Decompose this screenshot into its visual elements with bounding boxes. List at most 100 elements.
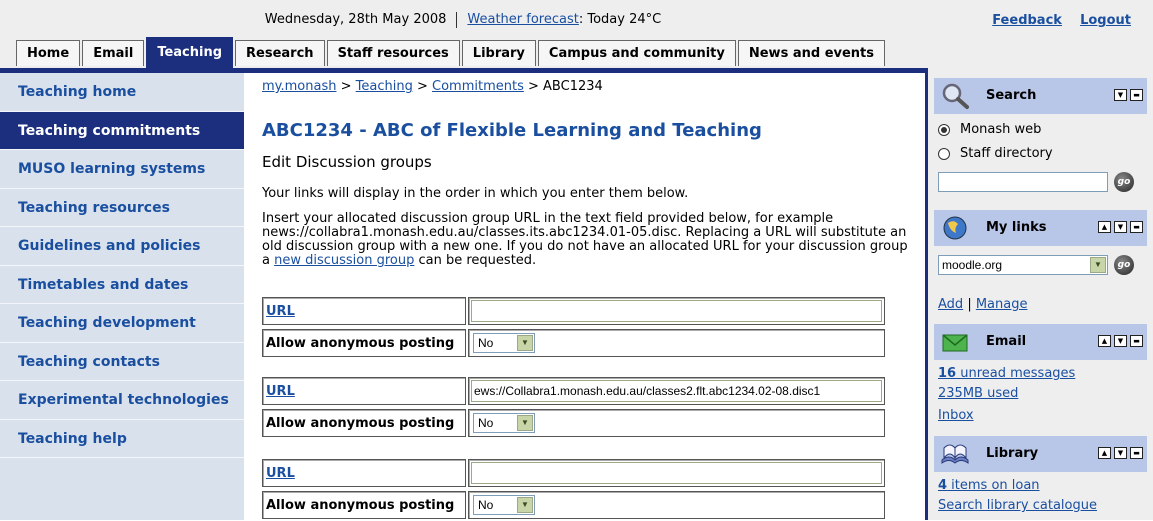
anonymous-posting-value: No <box>478 336 494 350</box>
current-date: Wednesday, 28th May 2008 <box>264 12 447 27</box>
instructions-after: can be requested. <box>414 253 537 268</box>
manage-link[interactable]: Manage <box>976 297 1028 312</box>
discussion-group-1: URL Allow anonymous posting No ▼ <box>262 297 885 359</box>
chevron-down-icon[interactable]: ▼ <box>517 335 533 351</box>
url-input[interactable] <box>471 462 882 484</box>
sidebar-item-guidelines-and-policies[interactable]: Guidelines and policies <box>0 227 244 266</box>
mailbox-usage-link[interactable]: 235MB used <box>938 386 1018 401</box>
anonymous-posting-select[interactable]: No ▼ <box>473 333 535 353</box>
unread-messages[interactable]: 16 unread messages <box>938 366 1075 381</box>
search-catalogue-link[interactable]: Search library catalogue <box>938 498 1097 513</box>
tab-library[interactable]: Library <box>461 40 536 66</box>
sidebar-item-teaching-resources[interactable]: Teaching resources <box>0 189 244 227</box>
url-label-link[interactable]: URL <box>266 304 295 319</box>
breadcrumb-my-monash[interactable]: my.monash <box>262 79 336 94</box>
right-sidebar: Search ▼ ▬ Monash web Staff directory go … <box>928 68 1153 520</box>
page-title: ABC1234 - ABC of Flexible Learning and T… <box>262 120 762 141</box>
collapse-icon[interactable]: ▼ <box>1114 447 1127 459</box>
search-panel-title: Search <box>986 88 1037 103</box>
breadcrumb-teaching[interactable]: Teaching <box>356 79 413 94</box>
anonymous-row: Allow anonymous posting No ▼ <box>262 491 885 519</box>
tab-email[interactable]: Email <box>82 40 145 66</box>
chevron-down-icon[interactable]: ▼ <box>517 415 533 431</box>
minimize-icon[interactable]: ▬ <box>1130 89 1143 101</box>
search-option-monash-web[interactable]: Monash web <box>938 122 1041 137</box>
feedback-link[interactable]: Feedback <box>992 13 1062 28</box>
url-input[interactable] <box>471 300 882 322</box>
sidebar-item-teaching-development[interactable]: Teaching development <box>0 304 244 343</box>
breadcrumb-commitments[interactable]: Commitments <box>432 79 524 94</box>
minimize-icon[interactable]: ▬ <box>1130 335 1143 347</box>
move-up-icon[interactable]: ▲ <box>1098 335 1111 347</box>
url-row: URL <box>262 459 885 487</box>
tab-campus-and-community[interactable]: Campus and community <box>537 40 736 66</box>
collapse-icon[interactable]: ▼ <box>1114 335 1127 347</box>
url-label-link[interactable]: URL <box>266 466 295 481</box>
collapse-icon[interactable]: ▼ <box>1114 89 1127 101</box>
sidebar-item-experimental-technologies[interactable]: Experimental technologies <box>0 381 244 420</box>
left-sidebar: Teaching home Teaching commitments MUSO … <box>0 68 244 520</box>
unread-messages-link[interactable]: 16 unread messages <box>938 366 1075 381</box>
loan-count: 4 <box>938 478 948 493</box>
search-input[interactable] <box>938 172 1108 192</box>
move-up-icon[interactable]: ▲ <box>1098 447 1111 459</box>
panel-controls: ▼ ▬ <box>1111 89 1143 101</box>
loan-text: items on loan <box>947 478 1040 493</box>
inbox-link[interactable]: Inbox <box>938 408 974 423</box>
radio-unselected-icon[interactable] <box>938 147 950 160</box>
weather-forecast-link[interactable]: Weather forecast <box>467 12 578 27</box>
search-go-button[interactable]: go <box>1114 172 1134 192</box>
tab-home[interactable]: Home <box>16 40 81 66</box>
panel-controls: ▲ ▼ ▬ <box>1095 447 1143 459</box>
anonymous-row: Allow anonymous posting No ▼ <box>262 329 885 357</box>
mylinks-select[interactable]: moodle.org ▼ <box>938 255 1108 275</box>
tab-staff-resources[interactable]: Staff resources <box>326 40 460 66</box>
inbox[interactable]: Inbox <box>938 408 974 423</box>
minimize-icon[interactable]: ▬ <box>1130 221 1143 233</box>
mylinks-go-button[interactable]: go <box>1114 255 1134 275</box>
globe-icon <box>943 216 967 240</box>
anonymous-posting-select[interactable]: No ▼ <box>473 495 535 515</box>
items-on-loan[interactable]: 4 items on loan <box>938 478 1040 493</box>
section-title: Edit Discussion groups <box>262 153 432 171</box>
add-link[interactable]: Add <box>938 297 963 312</box>
sidebar-item-teaching-home[interactable]: Teaching home <box>0 73 244 112</box>
book-icon <box>941 444 969 464</box>
panel-controls: ▲ ▼ ▬ <box>1095 221 1143 233</box>
chevron-down-icon[interactable]: ▼ <box>517 497 533 513</box>
tab-research[interactable]: Research <box>235 40 325 66</box>
weather-text: : Today 24°C <box>578 12 662 27</box>
panel-controls: ▲ ▼ ▬ <box>1095 335 1143 347</box>
url-label-link[interactable]: URL <box>266 384 295 399</box>
unread-text: unread messages <box>956 366 1076 381</box>
tab-teaching[interactable]: Teaching <box>146 37 234 68</box>
search-option-staff-directory[interactable]: Staff directory <box>938 146 1053 161</box>
collapse-icon[interactable]: ▼ <box>1114 221 1127 233</box>
discussion-group-2: URL ews://Collabra1.monash.edu.au/classe… <box>262 377 885 439</box>
date-weather-bar: Wednesday, 28th May 2008 Weather forecast… <box>0 8 926 32</box>
url-input[interactable]: ews://Collabra1.monash.edu.au/classes2.f… <box>471 380 882 402</box>
anonymous-posting-value: No <box>478 416 494 430</box>
url-row: URL <box>262 297 885 325</box>
anonymous-posting-select[interactable]: No ▼ <box>473 413 535 433</box>
sidebar-item-timetables-and-dates[interactable]: Timetables and dates <box>0 266 244 304</box>
new-discussion-group-link[interactable]: new discussion group <box>274 253 414 268</box>
chevron-down-icon[interactable]: ▼ <box>1090 257 1106 273</box>
search-library-catalogue[interactable]: Search library catalogue <box>938 498 1097 513</box>
tab-news-and-events[interactable]: News and events <box>737 40 886 66</box>
sidebar-item-teaching-help[interactable]: Teaching help <box>0 420 244 458</box>
logout-link[interactable]: Logout <box>1080 13 1131 28</box>
minimize-icon[interactable]: ▬ <box>1130 447 1143 459</box>
mailbox-usage[interactable]: 235MB used <box>938 386 1018 401</box>
mylinks-actions: Add | Manage <box>938 297 1027 312</box>
anonymous-field-cell: No ▼ <box>468 329 885 357</box>
sidebar-item-teaching-contacts[interactable]: Teaching contacts <box>0 343 244 381</box>
url-row: URL ews://Collabra1.monash.edu.au/classe… <box>262 377 885 405</box>
sidebar-item-muso-learning-systems[interactable]: MUSO learning systems <box>0 150 244 189</box>
sidebar-item-teaching-commitments[interactable]: Teaching commitments <box>0 111 244 150</box>
move-up-icon[interactable]: ▲ <box>1098 221 1111 233</box>
anonymous-label: Allow anonymous posting <box>262 329 466 357</box>
items-on-loan-link[interactable]: 4 items on loan <box>938 478 1040 493</box>
radio-selected-icon[interactable] <box>938 123 950 136</box>
anonymous-field-cell: No ▼ <box>468 409 885 437</box>
